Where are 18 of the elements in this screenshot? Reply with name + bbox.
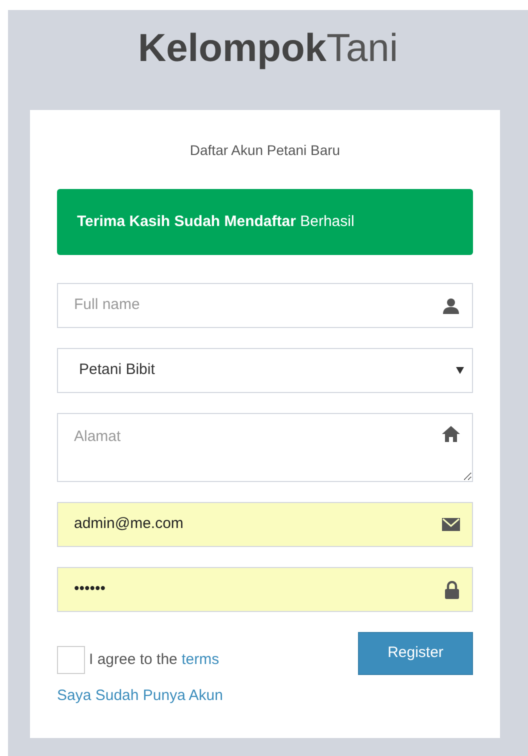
name-field[interactable]: Full name: [57, 283, 473, 328]
success-alert: Terima Kasih Sudah Mendaftar Berhasil: [57, 189, 473, 255]
agree-label: I agree to the terms: [89, 650, 220, 670]
password-field[interactable]: ••••••: [57, 567, 473, 612]
address-field[interactable]: Alamat: [58, 414, 472, 481]
email-field[interactable]: admin@me.com: [57, 502, 473, 547]
app-logo: KelompokTani: [138, 26, 398, 72]
lock-icon: [444, 580, 460, 598]
home-icon: [442, 426, 460, 442]
form-title: Daftar Akun Petani Baru: [188, 141, 342, 160]
user-icon: [442, 296, 460, 314]
register-button[interactable]: Register: [358, 632, 473, 675]
terms-link[interactable]: terms: [182, 650, 220, 668]
envelope-icon: [442, 518, 460, 531]
agree-checkbox[interactable]: [57, 646, 85, 674]
login-link[interactable]: Saya Sudah Punya Akun: [57, 685, 223, 708]
caret-icon: [456, 367, 464, 374]
role-select[interactable]: Petani Bibit: [57, 348, 473, 393]
